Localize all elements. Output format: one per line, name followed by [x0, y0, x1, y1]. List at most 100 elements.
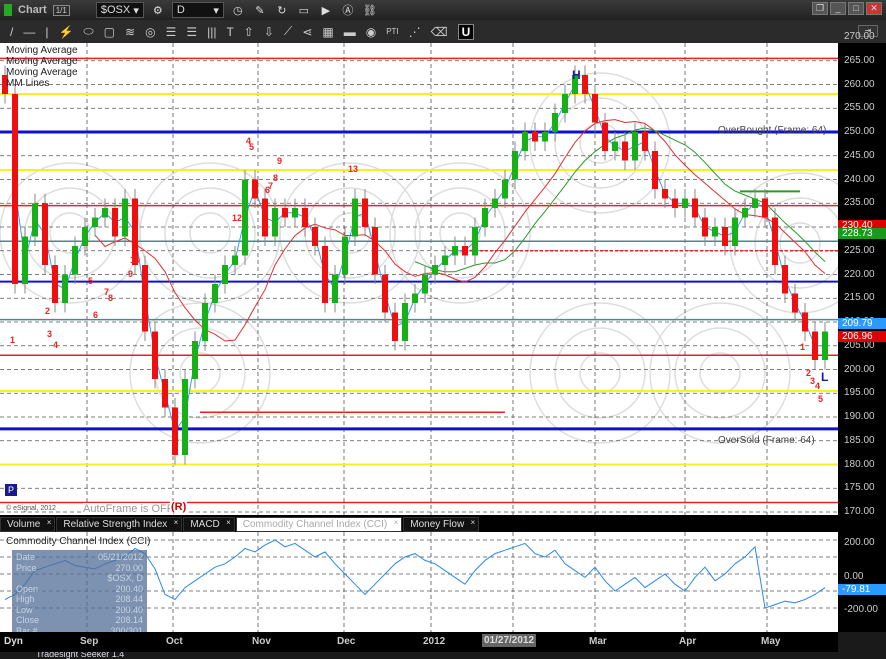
candle	[112, 208, 118, 237]
candle	[462, 246, 468, 256]
symbol-input[interactable]: $OSX ▾	[95, 2, 144, 18]
candle	[282, 208, 288, 218]
tooltip-row: Close 208.14	[16, 615, 143, 626]
gann-circle	[554, 97, 646, 189]
text-tool-icon[interactable]: T	[226, 25, 233, 39]
tooltip-key: Date	[16, 552, 36, 562]
seq-count: 3	[47, 329, 53, 339]
candle	[372, 227, 378, 275]
auto-icon[interactable]: Ⓐ	[340, 2, 356, 18]
vlines-tool-icon[interactable]: |||	[207, 25, 216, 39]
indicator-tabs: Volume × Relative Strength Index × MACD × C…	[0, 515, 838, 532]
gann-circle	[554, 327, 646, 419]
clock-icon[interactable]: ◷	[230, 2, 246, 18]
fib-tool-icon[interactable]: ⚡	[58, 25, 73, 39]
price-axis-tick: 245.00	[844, 149, 875, 161]
x-label-dec: Dec	[337, 636, 356, 647]
restore-button[interactable]: ❐	[812, 2, 828, 15]
gann-tool-icon[interactable]: ⟋	[284, 24, 292, 39]
price-axis-tick: 235.00	[844, 197, 875, 209]
line-tool-icon[interactable]: /	[10, 25, 13, 39]
x-cursor-label: 01/27/2012	[482, 634, 537, 647]
fan-tool-icon[interactable]: ⋖	[302, 25, 312, 39]
cci-axis-tick: 0.00	[844, 571, 864, 582]
close-button[interactable]: ✕	[866, 2, 882, 15]
rectangle-tool-icon[interactable]: ▢	[104, 25, 115, 39]
price-axis-tick: 180.00	[844, 458, 875, 470]
grid-tool-icon[interactable]: ▦	[322, 25, 333, 39]
maximize-button[interactable]: □	[848, 2, 864, 15]
x-label-oct: Oct	[166, 636, 183, 647]
vline-tool-icon[interactable]: |	[45, 25, 48, 39]
ellipse-tool-icon[interactable]: ⬭	[83, 24, 93, 39]
lines-tool-icon[interactable]: ☰	[166, 25, 177, 39]
tooltip-value: 270.00	[115, 562, 143, 573]
price-chart[interactable]: Moving Average Moving Average Moving Ave…	[0, 43, 838, 515]
seq-count: 8	[273, 173, 279, 183]
seq-count: 1	[800, 342, 806, 352]
tooltip-row: Date 05/21/2012	[16, 552, 143, 563]
tab-rsi[interactable]: Relative Strength Index ×	[56, 517, 183, 532]
candle	[512, 151, 518, 180]
gann-circle	[699, 352, 741, 394]
symbol-settings-icon[interactable]: ⚙	[150, 2, 166, 18]
autoframe-label: AutoFrame is OFF	[83, 503, 174, 515]
candle	[162, 379, 168, 408]
p-marker[interactable]: P	[5, 484, 17, 496]
tab-cci[interactable]: Commodity Channel Index (CCI) ×	[235, 517, 403, 532]
price-axis-tick: 175.00	[844, 482, 875, 494]
mob-tool-icon[interactable]: ▬	[344, 25, 356, 39]
candle	[202, 303, 208, 341]
price-axis-tick: 250.00	[844, 126, 875, 137]
magnet-tool-icon[interactable]: U	[457, 23, 475, 40]
price-tag: 206.96	[838, 331, 886, 343]
lines2-tool-icon[interactable]: ☰	[186, 25, 197, 39]
tab-volume[interactable]: Volume ×	[0, 517, 56, 532]
play-icon[interactable]: ▶	[318, 2, 334, 18]
candle	[342, 236, 348, 275]
eraser-tool-icon[interactable]: ⌫	[431, 25, 448, 39]
refresh-icon[interactable]: ↻	[274, 2, 290, 18]
seq-count: 5	[88, 276, 94, 286]
pencil-icon[interactable]: ✎	[252, 2, 268, 18]
price-axis-tick: 255.00	[844, 102, 875, 114]
cci-axis-tick: -200.00	[844, 604, 878, 615]
circle-tool-icon[interactable]: ◎	[145, 25, 155, 39]
x-label-nov: Nov	[252, 636, 271, 647]
arrow-up-tool-icon[interactable]: ⇧	[244, 25, 254, 39]
tab-macd[interactable]: MACD ×	[183, 517, 235, 532]
channel-tool-icon[interactable]: ≋	[125, 25, 135, 39]
screen-icon[interactable]: ▭	[296, 2, 312, 18]
candle	[82, 227, 88, 246]
gann-circle	[529, 302, 671, 444]
hline-tool-icon[interactable]: —	[23, 25, 35, 39]
link-icon[interactable]: ⛓	[362, 2, 378, 18]
seq-count: 13	[348, 164, 359, 174]
candle	[562, 94, 568, 113]
time-axis[interactable]: Sep Oct Nov Dec 2012 01/27/2012 Mar Apr …	[0, 632, 838, 652]
candle	[92, 217, 98, 227]
tooltip-key: Close	[16, 615, 40, 625]
tooltip-key: Open	[16, 583, 39, 594]
tab-money-flow[interactable]: Money Flow ×	[403, 517, 480, 532]
interval-input[interactable]: D ▾	[171, 2, 224, 18]
zigzag-tool-icon[interactable]: ⋰	[409, 25, 421, 39]
eye-tool-icon[interactable]: ◉	[366, 25, 376, 39]
gann-circle	[579, 352, 621, 394]
arrow-down-tool-icon[interactable]: ⇩	[264, 25, 274, 39]
candle	[622, 141, 628, 161]
pti-tool-icon[interactable]: PTI	[386, 27, 398, 36]
seq-count: 4	[815, 381, 821, 391]
candle	[322, 246, 328, 303]
candle	[12, 94, 18, 284]
price-axis[interactable]: ⇥ 270.00 265.00 260.00 255.00 250.00 245.00 24…	[838, 25, 886, 632]
candle	[362, 198, 368, 227]
candle	[212, 284, 218, 303]
x-label-apr: Apr	[679, 636, 697, 647]
link-badge: 1/1	[52, 4, 70, 16]
seq-count: 5	[249, 142, 255, 152]
minimize-button[interactable]: _	[830, 2, 846, 15]
title-bar: Chart 1/1 $OSX ▾ ⚙ D ▾ ◷ ✎ ↻ ▭ ▶ Ⓐ ⛓ ❐ _ □ ✕	[0, 0, 886, 20]
tooltip-key: Low	[16, 604, 33, 615]
candle	[312, 227, 318, 246]
